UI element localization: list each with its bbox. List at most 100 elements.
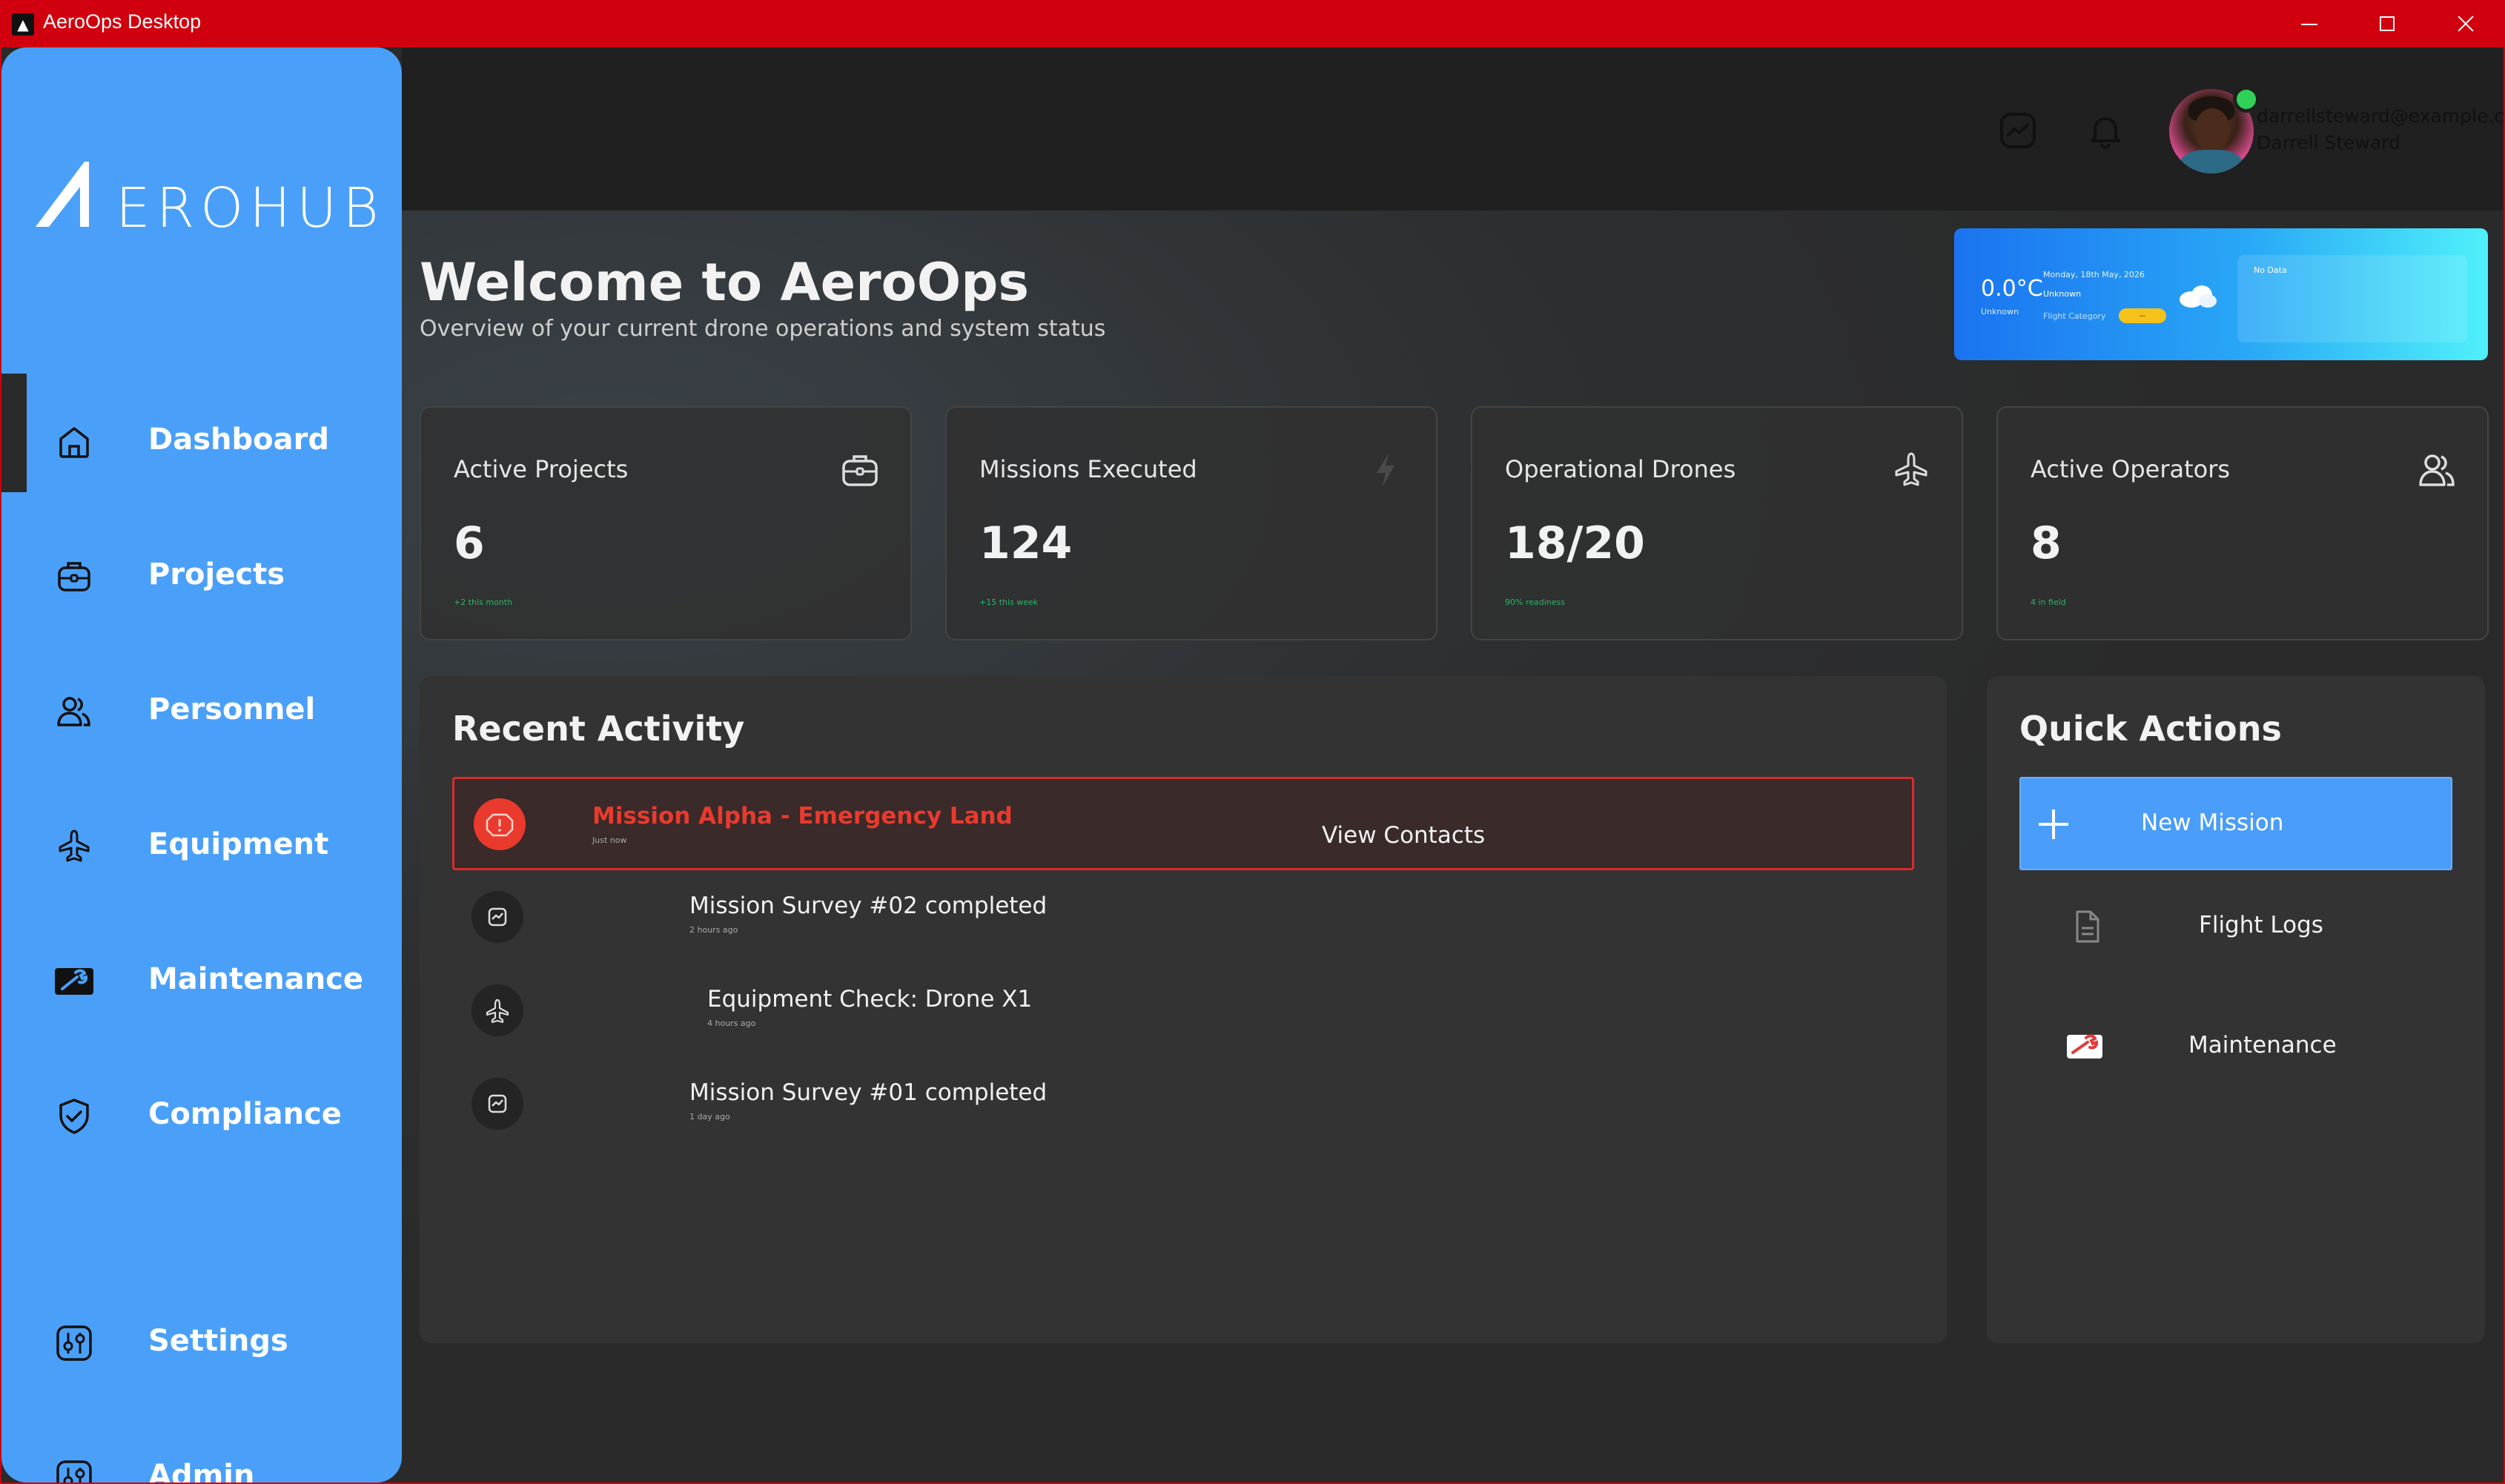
alert-icon [486, 813, 514, 837]
quick-actions-panel: Quick Actions New Mission Flight Logs Ma… [1987, 676, 2485, 1343]
user-email: darrellsteward@example.com [2257, 105, 2504, 127]
main-content: Welcome to AeroOps Overview of your curr… [402, 211, 2504, 1483]
sidebar-item-label: Maintenance [148, 962, 364, 996]
stat-card-active-projects[interactable]: Active Projects 6 +2 this month [420, 406, 912, 640]
user-name: Darrell Steward [2257, 132, 2400, 153]
active-indicator [1, 374, 27, 492]
shield-check-icon [59, 1099, 89, 1134]
activity-title: Equipment Check: Drone X1 [707, 986, 1033, 1013]
sidebar-item-dashboard[interactable]: Dashboard [1, 374, 402, 492]
app-window: ▲ AeroOps Desktop darrellsteward@example… [0, 0, 2505, 1484]
stat-value: 18/20 [1505, 517, 1645, 569]
maximize-button[interactable] [2347, 0, 2424, 47]
recent-activity-panel: Recent Activity Mission Alpha - Emergenc… [420, 676, 1947, 1343]
sidebar-item-projects[interactable]: Projects [1, 531, 402, 612]
logo: EROHUB [36, 157, 379, 240]
sidebar-item-label: Equipment [148, 827, 329, 861]
sidebar-item-compliance[interactable]: Compliance [1, 1070, 402, 1152]
stat-card-missions-executed[interactable]: Missions Executed 124 +15 this week [945, 406, 1437, 640]
maintenance-label: Maintenance [2188, 1032, 2337, 1059]
flight-category-label: Flight Category [2043, 311, 2106, 321]
activity-title: Mission Survey #02 completed [689, 892, 1048, 919]
chart-icon [2000, 113, 2036, 148]
title-bar[interactable]: ▲ AeroOps Desktop [0, 0, 2505, 47]
briefcase-icon [58, 562, 90, 592]
logo-text: EROHUB [116, 176, 385, 240]
sidebar-item-settings[interactable]: Settings [1, 1297, 402, 1379]
window-title: AeroOps Desktop [43, 10, 202, 33]
sidebar-item-label: Admin [148, 1459, 255, 1483]
chart-icon [488, 1094, 507, 1113]
weather-no-data: No Data [2254, 265, 2287, 275]
plane-icon [486, 998, 509, 1024]
sidebar-item-label: Projects [148, 557, 285, 592]
sidebar-item-personnel[interactable]: Personnel [1, 666, 402, 747]
stat-title: Active Operators [2031, 455, 2231, 483]
notifications-button[interactable] [2085, 110, 2126, 151]
plane-icon [1895, 452, 1927, 486]
stat-note: +15 this week [979, 597, 1039, 607]
alert-title: Mission Alpha - Emergency Land [592, 803, 1013, 829]
flight-category-badge: -- [2119, 308, 2166, 323]
briefcase-icon [842, 455, 878, 486]
stat-value: 6 [454, 517, 485, 569]
flight-logs-button[interactable]: Flight Logs [2019, 882, 2452, 971]
stat-title: Missions Executed [979, 455, 1197, 483]
settings-sliders-icon [56, 1460, 92, 1483]
list-item[interactable]: Mission Survey #01 completed 1 day ago [452, 1061, 1914, 1143]
weather-condition: Unknown [2043, 289, 2082, 299]
stat-value: 8 [2031, 517, 2062, 569]
sidebar-item-label: Dashboard [148, 423, 329, 457]
stat-card-active-operators[interactable]: Active Operators 8 4 in field [1996, 406, 2489, 640]
plane-icon [59, 829, 90, 862]
stat-value: 124 [979, 517, 1073, 569]
users-icon [57, 697, 90, 726]
list-item[interactable]: Mission Survey #02 completed 2 hours ago [452, 875, 1914, 956]
wrench-icon [55, 968, 93, 995]
stat-title: Active Projects [454, 455, 629, 483]
sidebar-item-label: Settings [148, 1324, 288, 1358]
sidebar-item-maintenance[interactable]: Maintenance [1, 935, 402, 1017]
quick-actions-title: Quick Actions [2019, 709, 2282, 749]
sidebar-item-admin[interactable]: Admin [1, 1432, 402, 1483]
online-status-dot [2233, 86, 2260, 113]
list-item[interactable]: Equipment Check: Drone X1 4 hours ago [452, 968, 1914, 1050]
activity-time: 4 hours ago [707, 1018, 756, 1028]
wrench-icon [2067, 1034, 2102, 1059]
document-icon [2076, 910, 2099, 943]
settings-sliders-icon [56, 1325, 92, 1361]
minimize-icon [2301, 24, 2317, 25]
stat-title: Operational Drones [1505, 455, 1736, 483]
activity-button[interactable] [1997, 110, 2039, 151]
home-icon [59, 427, 89, 458]
stat-note: 90% readiness [1505, 597, 1565, 607]
app-icon: ▲ [12, 13, 34, 36]
sidebar-item-equipment[interactable]: Equipment [1, 801, 402, 882]
stat-note: 4 in field [2031, 597, 2066, 607]
activity-time: 1 day ago [689, 1112, 730, 1122]
page-subtitle: Overview of your current drone operation… [420, 316, 1106, 342]
new-mission-label: New Mission [2141, 809, 2284, 836]
close-button[interactable] [2426, 0, 2503, 47]
activity-time: 2 hours ago [689, 925, 738, 935]
app-body: darrellsteward@example.com Darrell Stewa… [1, 47, 2504, 1483]
top-header: darrellsteward@example.com Darrell Stewa… [402, 47, 2504, 211]
sidebar-item-label: Compliance [148, 1097, 342, 1131]
view-contacts-button[interactable]: View Contacts [1322, 822, 1485, 849]
activity-title: Mission Survey #01 completed [689, 1079, 1048, 1106]
maintenance-button[interactable]: Maintenance [2019, 1002, 2452, 1091]
alert-badge [474, 798, 526, 850]
weather-date: Monday, 18th May, 2026 [2043, 270, 2145, 279]
minimize-button[interactable] [2269, 0, 2346, 47]
maximize-icon [2380, 16, 2395, 31]
users-icon [2419, 454, 2455, 486]
activity-alert-item[interactable]: Mission Alpha - Emergency Land Just now … [452, 777, 1914, 870]
new-mission-button[interactable]: New Mission [2019, 777, 2452, 870]
stat-card-operational-drones[interactable]: Operational Drones 18/20 90% readiness [1471, 406, 1963, 640]
stat-note: +2 this month [454, 597, 512, 607]
weather-temperature-sub: Unknown [1981, 307, 2019, 317]
page-title: Welcome to AeroOps [420, 252, 1030, 313]
cloud-icon [2180, 285, 2217, 308]
bell-icon [2091, 117, 2120, 149]
weather-widget[interactable]: 0.0°C Unknown Monday, 18th May, 2026 Unk… [1954, 228, 2488, 360]
